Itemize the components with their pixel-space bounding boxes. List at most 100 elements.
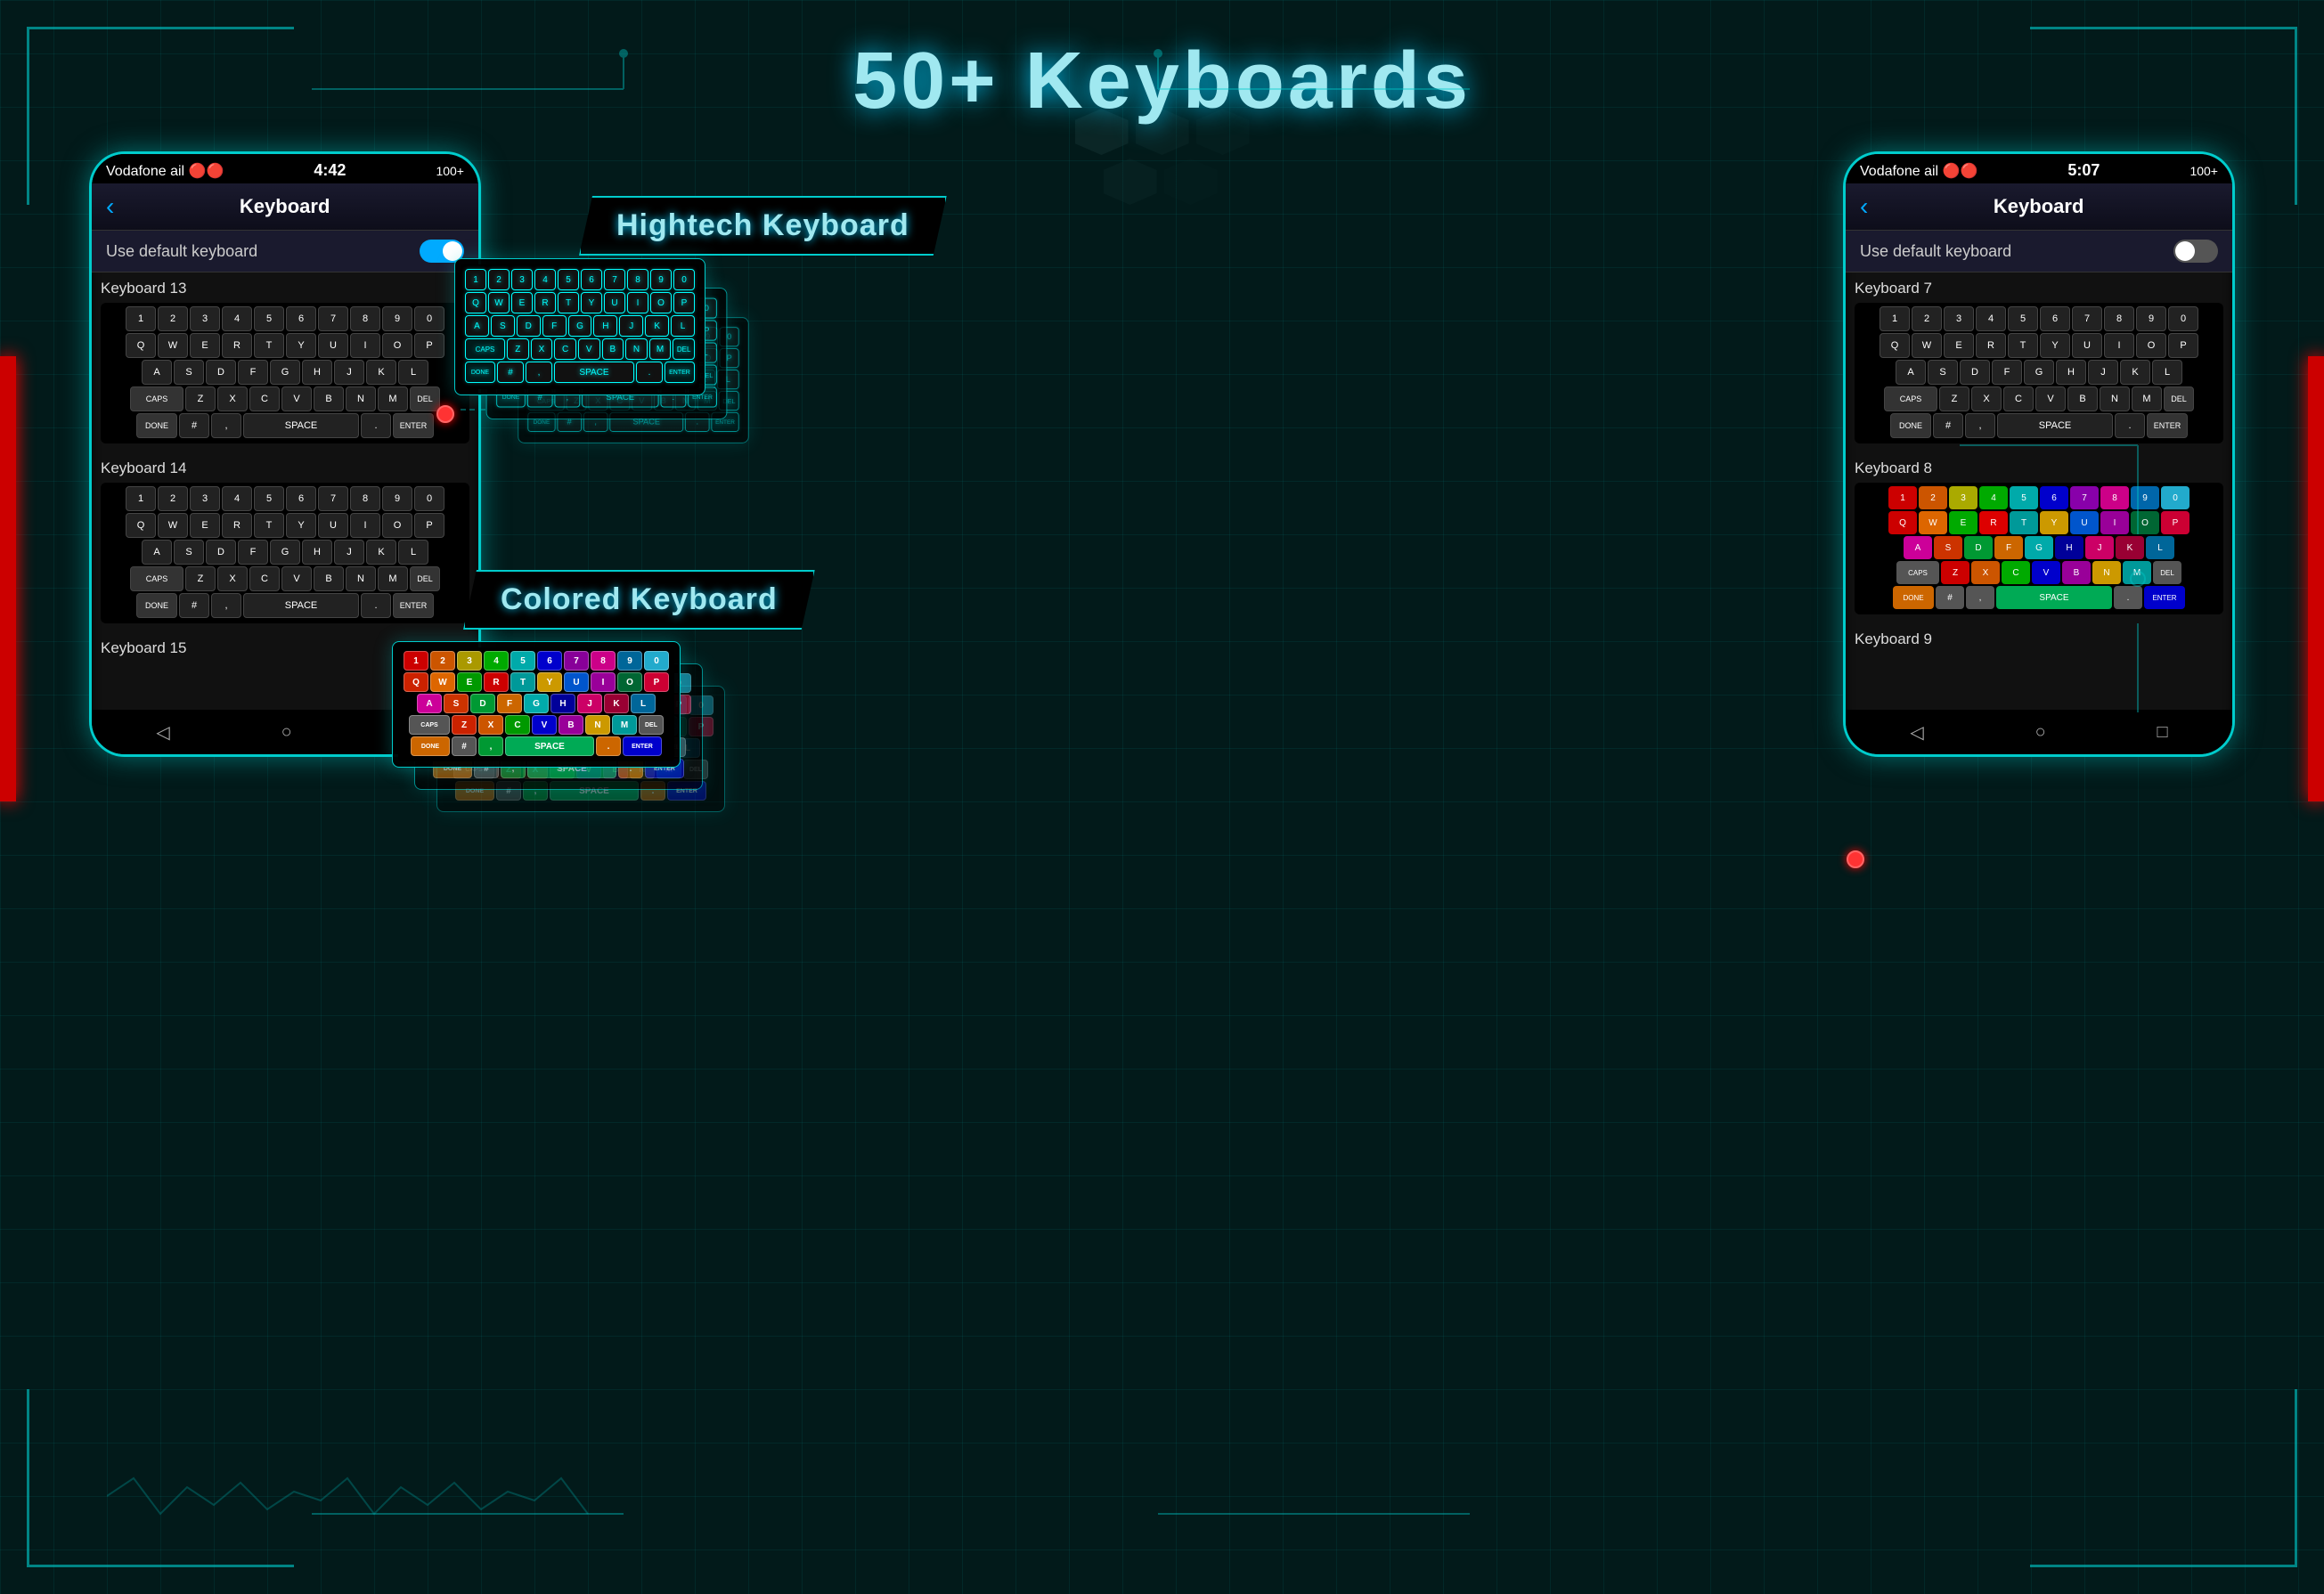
- key[interactable]: G: [2025, 536, 2053, 559]
- key[interactable]: ,: [1965, 413, 1995, 438]
- key[interactable]: 4: [1979, 486, 2008, 509]
- key[interactable]: M: [2132, 386, 2162, 411]
- key[interactable]: 8: [350, 486, 380, 511]
- key[interactable]: H: [593, 315, 617, 337]
- done-key[interactable]: DONE: [136, 413, 177, 438]
- key[interactable]: 1: [465, 269, 486, 290]
- key[interactable]: Q: [126, 513, 156, 538]
- key[interactable]: 0: [2168, 306, 2198, 331]
- key[interactable]: O: [617, 672, 642, 692]
- key[interactable]: 3: [511, 269, 533, 290]
- key[interactable]: R: [1979, 511, 2008, 534]
- key[interactable]: 6: [537, 651, 562, 671]
- del-key[interactable]: DEL: [639, 715, 664, 735]
- space-key[interactable]: SPACE: [505, 736, 594, 756]
- key[interactable]: Q: [404, 672, 428, 692]
- key[interactable]: H: [2056, 360, 2086, 385]
- key[interactable]: I: [350, 333, 380, 358]
- key[interactable]: D: [206, 360, 236, 385]
- key[interactable]: J: [2085, 536, 2114, 559]
- key[interactable]: ,: [1966, 586, 1994, 609]
- key[interactable]: T: [2008, 333, 2038, 358]
- key[interactable]: G: [270, 360, 300, 385]
- key[interactable]: W: [1912, 333, 1942, 358]
- key[interactable]: R: [222, 513, 252, 538]
- key[interactable]: Q: [1888, 511, 1917, 534]
- key[interactable]: W: [158, 333, 188, 358]
- done-key[interactable]: DONE: [465, 362, 495, 383]
- nav-recent-icon-right[interactable]: □: [2157, 722, 2167, 743]
- key[interactable]: V: [281, 386, 312, 411]
- key[interactable]: .: [636, 362, 663, 383]
- key[interactable]: R: [534, 292, 556, 313]
- key[interactable]: J: [577, 694, 602, 713]
- key[interactable]: V: [2032, 561, 2060, 584]
- key[interactable]: 8: [627, 269, 648, 290]
- key[interactable]: 8: [2100, 486, 2129, 509]
- key[interactable]: S: [1934, 536, 1962, 559]
- key[interactable]: K: [366, 540, 396, 565]
- done-key[interactable]: DONE: [136, 593, 177, 618]
- key[interactable]: B: [559, 715, 583, 735]
- key[interactable]: T: [254, 513, 284, 538]
- key[interactable]: T: [558, 292, 579, 313]
- key[interactable]: X: [217, 386, 248, 411]
- key[interactable]: 6: [286, 486, 316, 511]
- key[interactable]: 5: [558, 269, 579, 290]
- key[interactable]: U: [604, 292, 625, 313]
- key[interactable]: G: [270, 540, 300, 565]
- key[interactable]: 2: [430, 651, 455, 671]
- key[interactable]: Z: [452, 715, 477, 735]
- key[interactable]: E: [1944, 333, 1974, 358]
- del-key[interactable]: DEL: [2164, 386, 2194, 411]
- key[interactable]: 5: [2008, 306, 2038, 331]
- key[interactable]: #: [179, 413, 209, 438]
- key[interactable]: 8: [591, 651, 616, 671]
- key[interactable]: N: [2100, 386, 2130, 411]
- key[interactable]: 1: [1888, 486, 1917, 509]
- key[interactable]: P: [414, 333, 444, 358]
- key[interactable]: X: [478, 715, 503, 735]
- key[interactable]: D: [517, 315, 541, 337]
- key[interactable]: B: [602, 338, 624, 360]
- key[interactable]: Y: [581, 292, 602, 313]
- key[interactable]: 1: [1880, 306, 1910, 331]
- key[interactable]: A: [142, 540, 172, 565]
- nav-back-icon[interactable]: ◁: [156, 721, 169, 744]
- key[interactable]: G: [2024, 360, 2054, 385]
- key[interactable]: T: [254, 333, 284, 358]
- key[interactable]: F: [542, 315, 567, 337]
- key[interactable]: X: [1971, 386, 2002, 411]
- key[interactable]: ,: [211, 413, 241, 438]
- key[interactable]: U: [2070, 511, 2099, 534]
- key[interactable]: 1: [126, 486, 156, 511]
- key[interactable]: A: [1904, 536, 1932, 559]
- key[interactable]: 8: [2104, 306, 2134, 331]
- key[interactable]: O: [650, 292, 672, 313]
- key[interactable]: N: [346, 566, 376, 591]
- key[interactable]: P: [2168, 333, 2198, 358]
- key[interactable]: 4: [222, 306, 252, 331]
- key[interactable]: W: [1919, 511, 1947, 534]
- key[interactable]: Q: [126, 333, 156, 358]
- key[interactable]: L: [2152, 360, 2182, 385]
- key[interactable]: 1: [404, 651, 428, 671]
- done-key[interactable]: DONE: [1890, 413, 1931, 438]
- key[interactable]: 5: [254, 306, 284, 331]
- key[interactable]: X: [531, 338, 553, 360]
- key[interactable]: N: [2092, 561, 2121, 584]
- key[interactable]: Q: [1880, 333, 1910, 358]
- space-key[interactable]: SPACE: [554, 362, 634, 383]
- del-key[interactable]: DEL: [410, 566, 440, 591]
- space-key[interactable]: SPACE: [243, 413, 359, 438]
- key[interactable]: 9: [2136, 306, 2166, 331]
- key[interactable]: 6: [581, 269, 602, 290]
- toggle-right[interactable]: [2173, 240, 2218, 263]
- nav-back-icon-right[interactable]: ◁: [1910, 721, 1923, 744]
- key[interactable]: U: [318, 333, 348, 358]
- key[interactable]: X: [217, 566, 248, 591]
- key[interactable]: Z: [507, 338, 529, 360]
- key[interactable]: C: [249, 566, 280, 591]
- key[interactable]: M: [378, 386, 408, 411]
- key[interactable]: 2: [1919, 486, 1947, 509]
